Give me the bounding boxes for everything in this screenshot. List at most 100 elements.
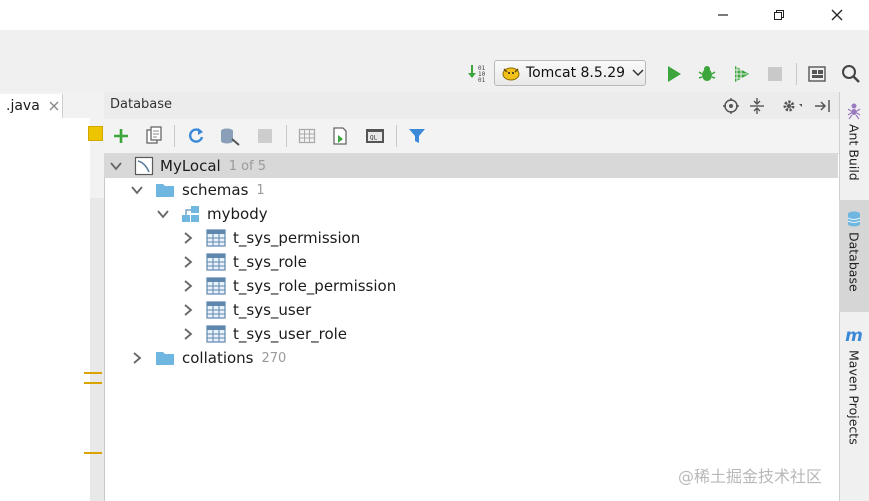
stop-button[interactable] <box>764 63 786 85</box>
expand-arrow[interactable] <box>129 350 145 366</box>
collapse-icon <box>750 98 764 114</box>
build-project-button[interactable]: 01 10 01 <box>466 62 488 84</box>
disconnect-button[interactable] <box>254 125 276 147</box>
expand-arrow[interactable] <box>155 206 171 222</box>
add-data-source-button[interactable] <box>110 125 132 147</box>
search-everywhere-button[interactable] <box>840 63 862 85</box>
collations-label: collations <box>182 349 254 367</box>
table-icon <box>206 253 226 271</box>
filter-icon <box>409 129 425 143</box>
scroll-from-source-button[interactable] <box>720 95 742 117</box>
chevron-right-icon <box>184 256 193 268</box>
datasource-count: 1 of 5 <box>228 158 267 174</box>
tool-tab-label: Database <box>846 232 862 292</box>
error-stripe-mark[interactable] <box>84 452 102 454</box>
hide-panel-icon <box>815 100 830 112</box>
data-source-properties-button[interactable] <box>143 125 165 147</box>
expand-arrow[interactable] <box>129 182 145 198</box>
tree-node-table[interactable]: t_sys_role <box>180 250 307 274</box>
close-window-button[interactable] <box>814 0 860 30</box>
database-icon <box>847 211 861 227</box>
table-grid-icon <box>298 128 316 144</box>
expand-arrow[interactable] <box>180 254 196 270</box>
chevron-down-icon <box>157 210 169 219</box>
build-arrow-icon: 01 10 01 <box>468 65 486 84</box>
project-structure-button[interactable] <box>806 63 828 85</box>
table-label: t_sys_role <box>233 253 307 271</box>
minimize-button[interactable] <box>700 0 746 30</box>
debug-bug-icon <box>698 66 716 81</box>
schema-label: mybody <box>207 205 268 223</box>
console-button[interactable]: QL <box>364 125 386 147</box>
mysql-datasource-icon <box>134 156 154 176</box>
database-toolbar <box>104 119 839 154</box>
db-wrench-icon <box>221 128 240 146</box>
restore-button[interactable] <box>756 0 802 30</box>
expand-arrow[interactable] <box>180 326 196 342</box>
error-stripe-mark[interactable] <box>84 372 102 374</box>
editor-content[interactable] <box>0 118 90 501</box>
database-panel-title: Database <box>110 97 173 112</box>
folder-icon <box>156 352 174 365</box>
tree-node-table[interactable]: t_sys_user_role <box>180 322 347 346</box>
run-configuration-label: Tomcat 8.5.29 <box>525 65 626 81</box>
sql-console-icon: QL <box>366 129 384 143</box>
close-tab-icon[interactable] <box>48 100 60 112</box>
chevron-right-icon <box>184 280 193 292</box>
edit-source-button[interactable] <box>330 125 352 147</box>
gear-icon <box>783 100 802 112</box>
editor-tab-label: .java <box>6 98 40 114</box>
expand-arrow[interactable] <box>180 278 196 294</box>
copy-icon <box>146 126 162 144</box>
tool-tab-maven-projects[interactable]: m Maven Projects <box>839 324 869 448</box>
panel-settings-button[interactable] <box>780 95 802 117</box>
table-label: t_sys_user_role <box>233 325 348 343</box>
run-configuration-select[interactable]: Tomcat 8.5.29 <box>494 60 646 86</box>
tree-node-collations[interactable]: collations 270 <box>129 346 286 370</box>
expand-arrow[interactable] <box>180 230 196 246</box>
close-icon <box>831 9 843 21</box>
tree-node-schemas[interactable]: schemas 1 <box>129 178 265 202</box>
table-icon <box>206 229 226 247</box>
run-with-coverage-button[interactable] <box>730 63 752 85</box>
chevron-down-icon <box>632 69 644 77</box>
warning-marker[interactable] <box>88 126 103 141</box>
tree-node-table[interactable]: t_sys_role_permission <box>180 274 396 298</box>
expand-arrow[interactable] <box>108 158 124 174</box>
editor-scroll-gutter[interactable] <box>90 198 104 501</box>
schemas-label: schemas <box>182 181 249 199</box>
chevron-right-icon <box>184 232 193 244</box>
tool-tab-ant-build[interactable]: Ant Build <box>839 98 869 190</box>
datasource-label: MyLocal <box>160 157 221 175</box>
menu-strip <box>0 30 869 56</box>
filter-button[interactable] <box>406 125 428 147</box>
tree-node-schema[interactable]: mybody <box>155 202 268 226</box>
tool-tab-database[interactable]: Database <box>839 200 869 312</box>
window-titlebar <box>0 0 869 30</box>
table-label: t_sys_role_permission <box>233 277 397 295</box>
run-button[interactable] <box>663 63 685 85</box>
schema-icon <box>182 206 199 222</box>
tool-tab-label: Ant Build <box>846 124 862 181</box>
maven-icon: m <box>845 326 863 346</box>
table-icon <box>206 277 226 295</box>
hide-panel-button[interactable] <box>812 95 834 117</box>
synchronize-button[interactable] <box>185 125 207 147</box>
tree-node-table[interactable]: t_sys_user <box>180 298 311 322</box>
debug-button[interactable] <box>696 63 718 85</box>
svg-text:QL: QL <box>370 135 378 142</box>
error-stripe-mark[interactable] <box>84 382 102 384</box>
tree-node-table[interactable]: t_sys_permission <box>180 226 360 250</box>
editor-tab[interactable]: .java <box>0 94 63 118</box>
collapse-all-button[interactable] <box>746 95 768 117</box>
toolbar-separator <box>396 125 397 147</box>
target-icon <box>723 98 739 114</box>
schema-diagnostics-button[interactable] <box>219 125 241 147</box>
schemas-count: 1 <box>256 182 265 198</box>
run-icon <box>668 66 681 82</box>
chevron-right-icon <box>184 304 193 316</box>
plus-icon <box>114 129 128 143</box>
expand-arrow[interactable] <box>180 302 196 318</box>
tree-node-datasource[interactable]: MyLocal 1 of 5 <box>104 154 838 178</box>
table-editor-button[interactable] <box>296 125 318 147</box>
